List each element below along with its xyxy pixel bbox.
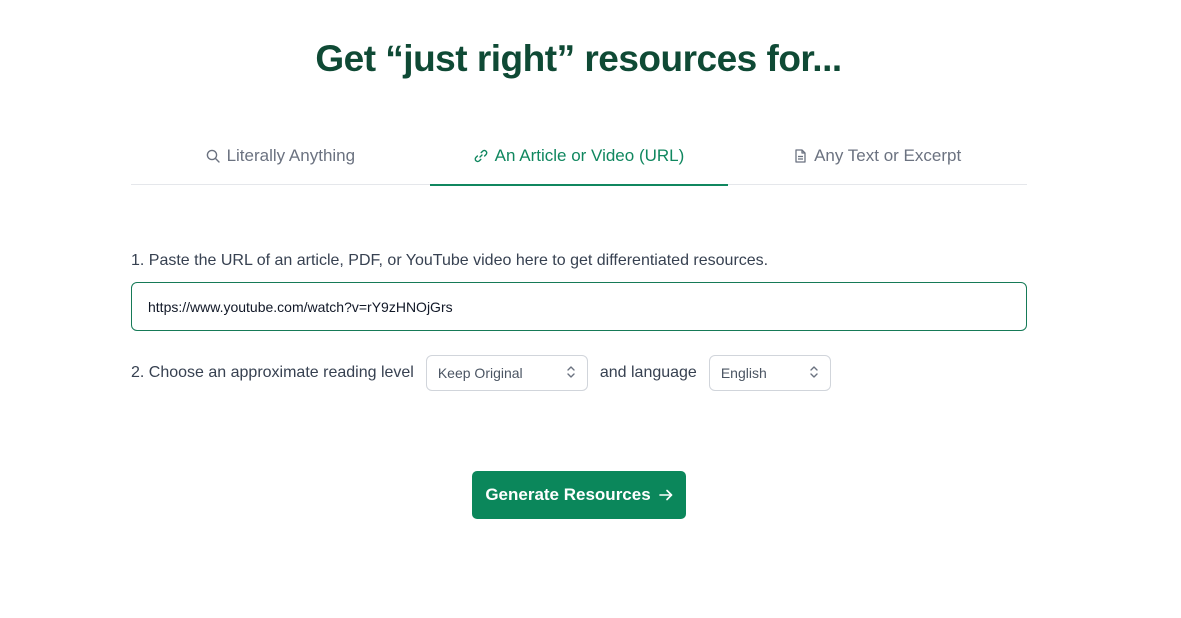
page-title: Get “just right” resources for... [315, 38, 842, 79]
url-step-label: 1. Paste the URL of an article, PDF, or … [131, 252, 769, 269]
arrow-right-icon [658, 489, 673, 501]
generate-resources-button[interactable]: Generate Resources [472, 471, 686, 519]
tab-article-or-video[interactable]: An Article or Video (URL) [429, 126, 729, 186]
page: Get “just right” resources for... Litera… [0, 0, 1181, 618]
tab-label: Any Text or Excerpt [814, 145, 962, 165]
reading-level-row: 2. Choose an approximate reading level K… [131, 355, 831, 391]
url-input[interactable] [131, 282, 1027, 331]
search-icon [206, 149, 220, 163]
tab-label: An Article or Video (URL) [494, 145, 685, 165]
document-icon [794, 148, 807, 163]
reading-level-label: 2. Choose an approximate reading level [131, 364, 414, 381]
reading-level-select[interactable]: Keep Original [425, 355, 588, 391]
language-label: and language [599, 364, 697, 381]
chevron-up-down-icon [566, 364, 576, 383]
input-mode-tabs: Literally Anything An Article or Video (… [131, 126, 1027, 186]
tab-literally-anything[interactable]: Literally Anything [131, 126, 430, 185]
language-value: English [720, 365, 767, 381]
generate-button-label: Generate Resources [485, 485, 651, 504]
tab-any-text[interactable]: Any Text or Excerpt [728, 126, 1027, 185]
link-icon [474, 149, 488, 163]
reading-level-value: Keep Original [437, 365, 523, 381]
chevron-up-down-icon [809, 364, 819, 383]
tab-label: Literally Anything [226, 145, 356, 165]
language-select[interactable]: English [708, 355, 831, 391]
